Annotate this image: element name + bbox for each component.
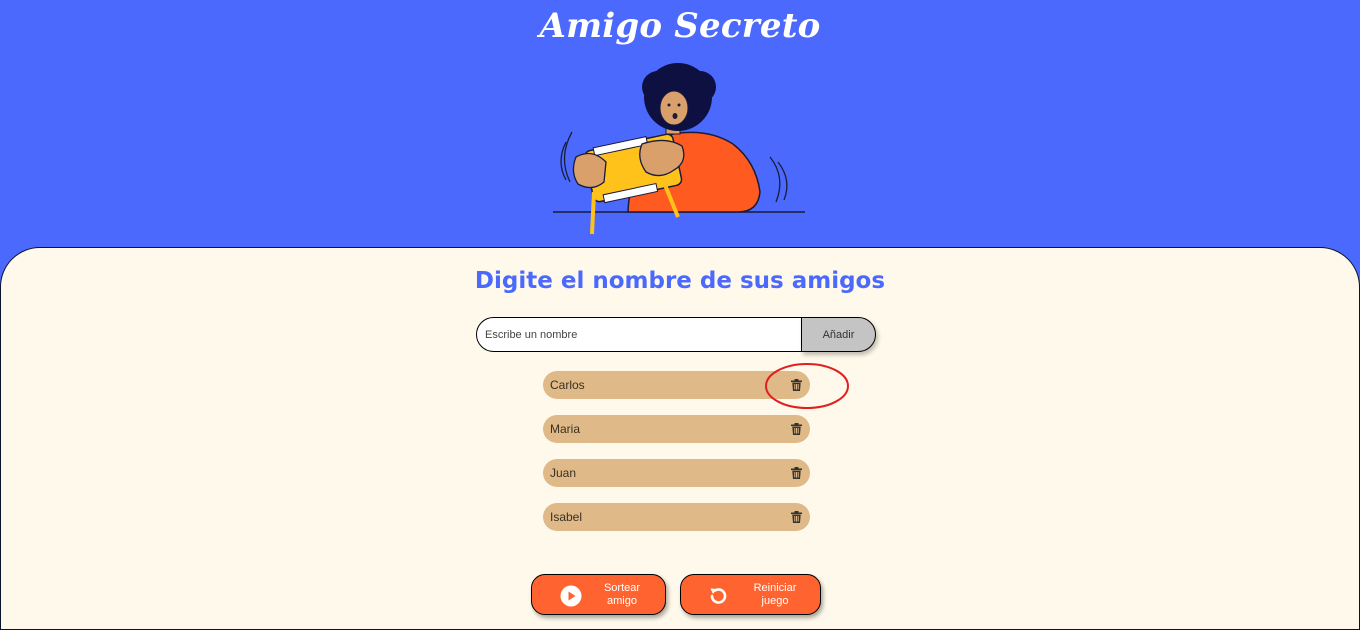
name-input[interactable] (476, 317, 802, 352)
trash-icon (790, 511, 802, 523)
delete-friend-button[interactable] (786, 507, 806, 527)
reset-icon (710, 588, 727, 604)
add-friend-form: Añadir (476, 317, 876, 352)
friend-item: Juan (543, 459, 810, 487)
friend-item: Maria (543, 415, 810, 443)
draw-friend-label: Sortear amigo (603, 582, 641, 607)
highlight-annotation (765, 363, 849, 409)
friend-name: Isabel (550, 510, 583, 524)
friend-name: Carlos (550, 378, 585, 392)
page-subtitle: Digite el nombre de sus amigos (474, 268, 886, 294)
friend-name: Maria (550, 422, 581, 436)
gamer-illustration (553, 63, 805, 235)
app-title: Amigo Secreto (539, 6, 821, 46)
reset-game-button[interactable]: Reiniciar juego (680, 574, 821, 615)
draw-friend-button[interactable]: Sortear amigo (531, 574, 666, 615)
trash-icon (790, 467, 802, 479)
play-icon (560, 585, 582, 607)
delete-friend-button[interactable] (786, 463, 806, 483)
friend-name: Juan (550, 466, 577, 480)
reset-game-label: Reiniciar juego (753, 582, 797, 607)
add-button[interactable]: Añadir (801, 317, 876, 352)
delete-friend-button[interactable] (786, 419, 806, 439)
friend-item: Isabel (543, 503, 810, 531)
trash-icon (790, 423, 802, 435)
header: Amigo Secreto (0, 0, 1360, 250)
